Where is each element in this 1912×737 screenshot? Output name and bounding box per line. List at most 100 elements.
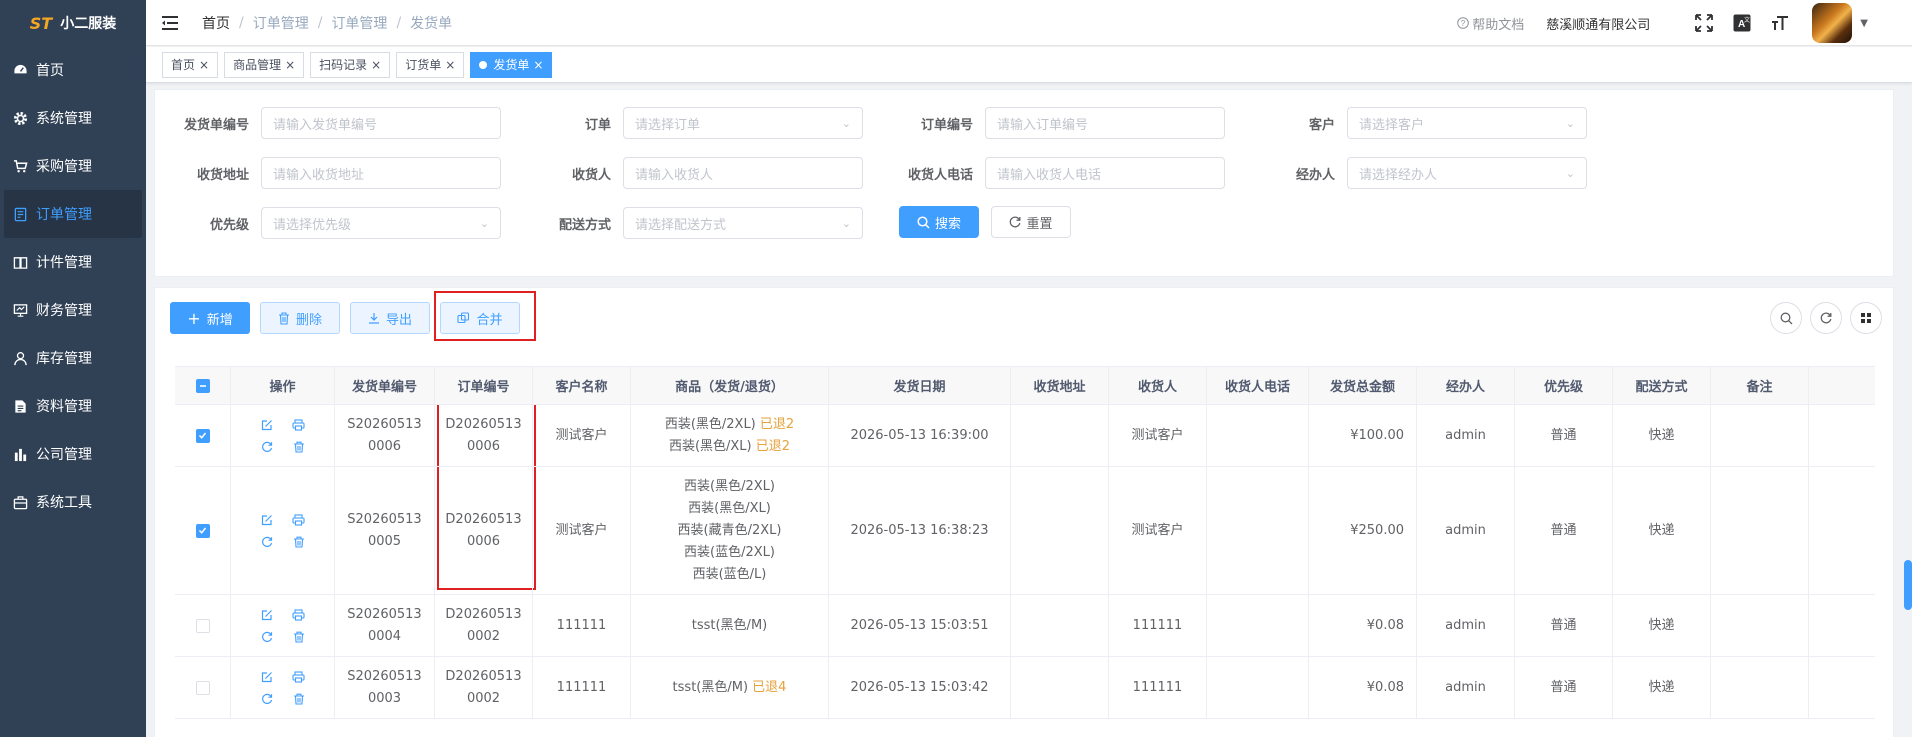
row-checkbox[interactable] <box>195 618 210 633</box>
print-icon[interactable] <box>291 607 307 623</box>
filter-input[interactable]: 请输入收货地址 <box>261 157 501 189</box>
translate-icon[interactable]: A文 <box>1732 13 1752 33</box>
tab-tag-label: 扫码记录 <box>319 58 368 72</box>
filter-input[interactable]: 请输入收货人 <box>623 157 863 189</box>
handler: admin <box>1445 427 1486 443</box>
font-size-icon[interactable] <box>1770 13 1790 33</box>
close-icon[interactable]: × <box>199 58 209 72</box>
priority-cell: 普通 <box>1515 467 1613 594</box>
print-icon[interactable] <box>291 512 307 528</box>
trash-icon[interactable] <box>291 691 307 707</box>
edit-icon[interactable] <box>259 669 275 685</box>
sidebar-item-2[interactable]: 采购管理 <box>0 142 146 190</box>
filter-select[interactable]: 请选择订单 ⌄ <box>623 107 863 139</box>
sidebar-item-8[interactable]: 公司管理 <box>0 430 146 478</box>
row-checkbox[interactable] <box>195 523 210 538</box>
tab-tag-1[interactable]: 商品管理 × <box>224 51 305 78</box>
refresh-icon[interactable] <box>259 439 275 455</box>
placeholder-text: 请输入订单编号 <box>997 117 1089 133</box>
close-icon[interactable]: × <box>285 58 295 72</box>
sidebar-item-1[interactable]: 系统管理 <box>0 94 146 142</box>
edit-icon[interactable] <box>259 417 275 433</box>
fullscreen-icon[interactable] <box>1694 13 1714 33</box>
help-docs-link[interactable]: ? 帮助文档 <box>1457 14 1524 33</box>
goods-name: 西装(黑色/2XL) <box>684 478 775 494</box>
goods-name: 西装(黑色/2XL) <box>664 416 756 432</box>
app-logo[interactable]: ST 小二服装 <box>0 0 146 46</box>
row-actions <box>259 607 307 645</box>
edit-icon[interactable] <box>259 607 275 623</box>
add-button[interactable]: + 新增 <box>170 302 250 334</box>
chevron-down-icon: ⌄ <box>841 216 851 230</box>
total-amount-cell: ¥0.08 <box>1309 595 1417 656</box>
table-row: S20260513 0006 D20260513 0006 测试客户 西装(黑色/2XL)… <box>175 405 1875 467</box>
order-no-part: 0002 <box>466 690 501 706</box>
filter-input[interactable]: 请输入收货人电话 <box>985 157 1225 189</box>
breadcrumb-item[interactable]: 订单管理 <box>331 13 387 33</box>
sidebar-item-3[interactable]: 订单管理 <box>4 190 142 238</box>
edit-icon[interactable] <box>259 512 275 528</box>
logo-mark: ST <box>29 13 53 33</box>
filter-label: 收货人 <box>571 167 611 183</box>
close-icon[interactable]: × <box>371 58 381 72</box>
user-avatar[interactable] <box>1812 3 1853 43</box>
hamburger-icon[interactable] <box>162 13 182 33</box>
breadcrumb-item[interactable]: 首页 <box>202 13 230 33</box>
refresh-icon[interactable] <box>259 629 275 645</box>
tab-tag-2[interactable]: 扫码记录 × <box>310 51 391 78</box>
page-scrollbar[interactable] <box>1904 560 1912 610</box>
tab-tag-4[interactable]: 发货单 × <box>470 51 553 78</box>
filter-field: 优先级 请选择优先级 ⌄ <box>161 207 501 239</box>
columns-button[interactable] <box>1850 302 1882 334</box>
sidebar-item-7[interactable]: 资料管理 <box>0 382 146 430</box>
trash-icon[interactable] <box>291 629 307 645</box>
filter-select[interactable]: 请选择客户 ⌄ <box>1347 107 1587 139</box>
receiver-cell: 111111 <box>1109 657 1207 718</box>
sidebar-item-4[interactable]: 计件管理 <box>0 238 146 286</box>
breadcrumb-item[interactable]: 订单管理 <box>253 13 309 33</box>
sidebar-item-5[interactable]: 财务管理 <box>0 286 146 334</box>
select-all-checkbox[interactable] <box>195 378 210 393</box>
filter-input[interactable]: 请输入发货单编号 <box>261 107 501 139</box>
cart-icon <box>12 158 28 174</box>
delete-button[interactable]: 删除 <box>260 302 340 334</box>
trash-icon[interactable] <box>291 439 307 455</box>
close-icon[interactable]: × <box>445 58 455 72</box>
filter-select[interactable]: 请选择优先级 ⌄ <box>261 207 501 239</box>
close-icon[interactable]: × <box>533 58 543 72</box>
trash-icon[interactable] <box>291 534 307 550</box>
monitor-icon <box>12 302 28 318</box>
tab-tag-3[interactable]: 订货单 × <box>396 51 465 78</box>
search-button[interactable]: 搜索 <box>899 206 979 238</box>
filter-input[interactable]: 请输入订单编号 <box>985 107 1225 139</box>
export-button[interactable]: 导出 <box>350 302 430 334</box>
filter-select[interactable]: 请选择配送方式 ⌄ <box>623 207 863 239</box>
tab-tag-0[interactable]: 首页 × <box>162 51 219 78</box>
reset-button[interactable]: 重置 <box>991 206 1071 238</box>
shipment-no-cell: S20260513 0003 <box>335 657 435 718</box>
filter-field: 收货地址 请输入收货地址 <box>161 157 501 189</box>
refresh-button[interactable] <box>1810 302 1842 334</box>
sidebar-item-0[interactable]: 首页 <box>0 46 146 94</box>
delete-button-label: 删除 <box>295 312 322 328</box>
toggle-search-button[interactable] <box>1770 302 1802 334</box>
placeholder-text: 请输入发货单编号 <box>273 117 378 133</box>
row-checkbox[interactable] <box>195 680 210 695</box>
customer-name: 测试客户 <box>555 522 608 538</box>
sidebar-item-6[interactable]: 库存管理 <box>0 334 146 382</box>
print-icon[interactable] <box>291 417 307 433</box>
goods-line: tsst(黑色/M) 已退4 <box>673 677 787 699</box>
print-icon[interactable] <box>291 669 307 685</box>
delivery-method: 快递 <box>1648 522 1675 538</box>
filter-select[interactable]: 请选择经办人 ⌄ <box>1347 157 1587 189</box>
shipment-list-card: + 新增 删除 导出 合并 操作 发货单编号 订单编号 客户名称 商品（发货/退货） 发货… <box>154 287 1894 737</box>
export-button-label: 导出 <box>385 312 412 328</box>
placeholder-text: 请选择经办人 <box>1359 167 1438 183</box>
row-checkbox[interactable] <box>195 428 210 443</box>
caret-down-icon[interactable]: ▼ <box>1860 18 1868 29</box>
sidebar-item-9[interactable]: 系统工具 <box>0 478 146 526</box>
customer-cell: 111111 <box>533 657 631 718</box>
refresh-icon[interactable] <box>259 534 275 550</box>
filter-field: 配送方式 请选择配送方式 ⌄ <box>523 207 863 239</box>
refresh-icon[interactable] <box>259 691 275 707</box>
